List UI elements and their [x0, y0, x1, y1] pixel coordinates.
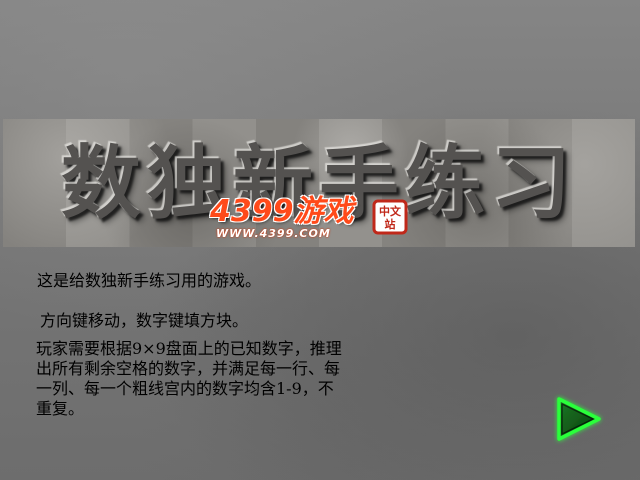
svg-text:站: 站	[385, 217, 396, 231]
4399-logo: 4399游戏 WWW.4399.COM 中文 站	[210, 195, 420, 245]
seal-stamp-icon: 中文 站	[372, 199, 408, 235]
rules-paragraph: 玩家需要根据9×9盘面上的已知数字，推理 出所有剩余空格的数字，并满足每一行、每…	[36, 339, 342, 418]
controls-line: 方向键移动，数字键填方块。	[40, 311, 249, 330]
logo-url-text: WWW.4399.COM	[216, 227, 331, 240]
next-button[interactable]	[547, 393, 607, 445]
svg-text:中文: 中文	[379, 204, 402, 218]
logo-brand-text: 4399游戏	[210, 194, 354, 229]
intro-line-1: 这是给数独新手练习用的游戏。	[37, 271, 262, 290]
play-arrow-icon	[557, 397, 601, 441]
